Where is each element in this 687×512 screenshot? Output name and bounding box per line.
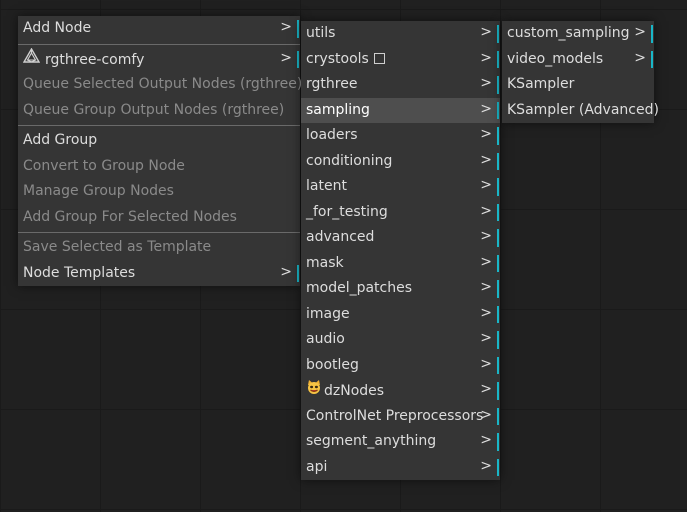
category-item-crystools[interactable]: crystools > — [301, 47, 500, 73]
category-item-model-patches[interactable]: model_patches > — [301, 276, 500, 302]
sampling-item-ksampler[interactable]: KSampler — [502, 72, 654, 98]
category-label: crystools — [306, 50, 369, 67]
submenu-arrow-icon: > — [480, 457, 492, 474]
submenu-arrow-icon: > — [480, 24, 492, 40]
submenu-arrow-icon: > — [480, 330, 492, 346]
sampling-item-label: custom_sampling — [507, 25, 630, 41]
category-label: image — [306, 305, 350, 322]
category-item-utils[interactable]: utils > — [301, 21, 500, 47]
menu-item-rgthree-comfy[interactable]: rgthree-comfy > — [18, 47, 300, 73]
submenu-arrow-icon: > — [480, 228, 492, 244]
category-item-latent[interactable]: latent > — [301, 174, 500, 200]
submenu-arrow-icon: > — [480, 381, 492, 397]
category-item-rgthree[interactable]: rgthree > — [301, 72, 500, 98]
submenu-arrow-icon: > — [480, 177, 492, 193]
add-node-label: Add Node — [23, 20, 92, 36]
submenu-arrow-icon: > — [480, 279, 492, 295]
category-item-dznodes[interactable]: dzNodes > — [301, 378, 500, 404]
menu-item-convert-to-group-node[interactable]: Convert to Group Node — [18, 154, 300, 180]
menu-item-add-group-for-selected[interactable]: Add Group For Selected Nodes — [18, 205, 300, 231]
canvas-context-menu: Add Node > rgthree-comfy > Queue Selecte… — [18, 16, 303, 287]
manage-group-nodes-label: Manage Group Nodes — [23, 183, 174, 199]
category-label: sampling — [306, 101, 370, 118]
menu-item-add-node[interactable]: Add Node > — [18, 16, 300, 42]
menu-item-save-selected-as-template[interactable]: Save Selected as Template — [18, 235, 300, 261]
cat-emoji-icon — [306, 378, 322, 404]
category-item-api[interactable]: api > — [301, 455, 500, 481]
category-label: rgthree — [306, 76, 358, 92]
category-label: dzNodes — [324, 382, 385, 399]
category-label: _for_testing — [306, 203, 388, 220]
sampling-item-custom-sampling[interactable]: custom_sampling > — [502, 21, 654, 47]
submenu-arrow-icon: > — [280, 263, 292, 280]
category-item-image[interactable]: image > — [301, 302, 500, 328]
submenu-arrow-icon: > — [634, 49, 646, 66]
menu-item-manage-group-nodes[interactable]: Manage Group Nodes — [18, 179, 300, 205]
menu-separator — [18, 125, 300, 126]
submenu-arrow-icon: > — [480, 75, 492, 91]
submenu-arrow-icon: > — [480, 151, 492, 168]
submenu-arrow-icon: > — [480, 49, 492, 66]
category-label: audio — [306, 331, 345, 347]
category-item-controlnet-preprocessors[interactable]: ControlNet Preprocessors > — [301, 404, 500, 430]
sampling-item-label: video_models — [507, 50, 604, 67]
submenu-arrow-icon: > — [480, 100, 492, 117]
category-label: api — [306, 458, 328, 475]
convert-to-group-node-label: Convert to Group Node — [23, 157, 185, 174]
category-label: conditioning — [306, 152, 393, 169]
category-item-conditioning[interactable]: conditioning > — [301, 149, 500, 175]
menu-separator — [18, 43, 300, 45]
category-label: loaders — [306, 127, 358, 143]
queue-selected-output-label: Queue Selected Output Nodes (rgthree) — [23, 76, 303, 92]
submenu-arrow-icon: > — [280, 19, 292, 35]
category-item-segment-anything[interactable]: segment_anything > — [301, 429, 500, 455]
submenu-arrow-icon: > — [480, 253, 492, 270]
category-label: latent — [306, 178, 347, 194]
sampling-submenu: custom_sampling > video_models > KSample… — [502, 21, 659, 124]
category-label: bootleg — [306, 356, 359, 373]
category-label: ControlNet Preprocessors — [306, 407, 484, 424]
submenu-arrow-icon: > — [480, 304, 492, 321]
add-node-submenu: utils > crystools > rgthree > sampling >… — [301, 21, 500, 480]
category-item-loaders[interactable]: loaders > — [301, 123, 500, 149]
category-item-advanced[interactable]: advanced > — [301, 225, 500, 251]
square-icon — [373, 52, 385, 64]
add-group-for-selected-label: Add Group For Selected Nodes — [23, 208, 237, 225]
submenu-arrow-icon: > — [280, 49, 292, 66]
category-label: model_patches — [306, 280, 413, 296]
rgthree-comfy-label: rgthree-comfy — [45, 51, 145, 68]
rgthree-logo-icon — [22, 47, 41, 73]
submenu-arrow-icon: > — [634, 24, 646, 40]
category-label: mask — [306, 254, 344, 271]
menu-item-queue-selected-output[interactable]: Queue Selected Output Nodes (rgthree) — [18, 72, 303, 98]
menu-separator — [18, 232, 300, 233]
category-label: advanced — [306, 229, 375, 245]
category-item-mask[interactable]: mask > — [301, 251, 500, 277]
add-group-label: Add Group — [23, 132, 98, 148]
sampling-item-ksampler-advanced[interactable]: KSampler (Advanced) — [502, 98, 659, 124]
category-item-for-testing[interactable]: _for_testing > — [301, 200, 500, 226]
submenu-arrow-icon: > — [480, 432, 492, 448]
category-item-sampling[interactable]: sampling > — [301, 97, 500, 123]
category-label: segment_anything — [306, 433, 437, 449]
sampling-item-label: KSampler (Advanced) — [507, 101, 659, 118]
submenu-arrow-icon: > — [480, 202, 492, 219]
menu-item-queue-group-output[interactable]: Queue Group Output Nodes (rgthree) — [18, 98, 300, 124]
category-item-bootleg[interactable]: bootleg > — [301, 353, 500, 379]
sampling-item-label: KSampler — [507, 76, 575, 92]
submenu-arrow-icon: > — [480, 355, 492, 372]
menu-item-node-templates[interactable]: Node Templates > — [18, 261, 300, 287]
sampling-item-video-models[interactable]: video_models > — [502, 47, 654, 73]
queue-group-output-label: Queue Group Output Nodes (rgthree) — [23, 101, 285, 118]
category-label: utils — [306, 25, 336, 41]
submenu-arrow-icon: > — [480, 126, 492, 142]
node-templates-label: Node Templates — [23, 264, 136, 281]
save-selected-as-template-label: Save Selected as Template — [23, 239, 212, 255]
menu-item-add-group[interactable]: Add Group — [18, 128, 300, 154]
submenu-arrow-icon: > — [480, 406, 492, 423]
category-item-audio[interactable]: audio > — [301, 327, 500, 353]
